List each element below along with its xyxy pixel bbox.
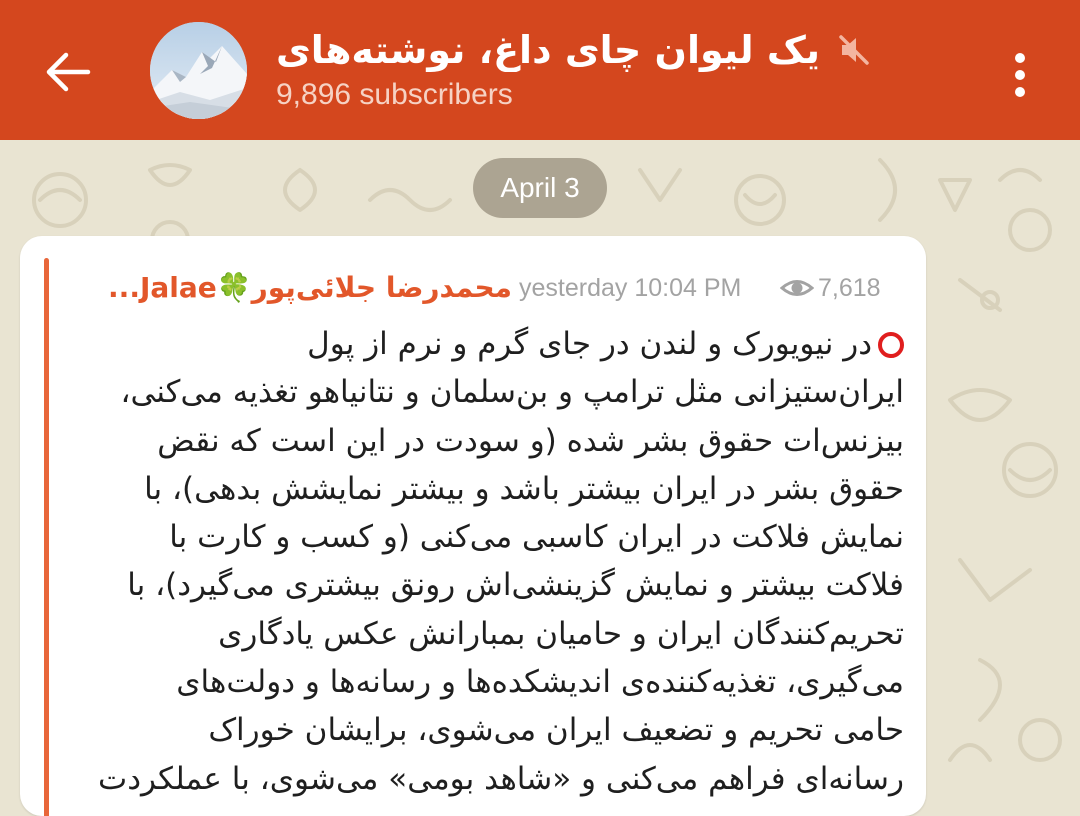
- sender-name[interactable]: محمدرضا جلائی‌پور🍀Jalae...: [72, 266, 512, 310]
- message-line: ایران‌ستیزانی مثل ترامپ و بن‌سلمان و نتا…: [120, 374, 904, 411]
- view-count: 7,618: [818, 274, 881, 302]
- message-line: فلاکت بیشتر و نمایش گزینشی‌اش رونق بیشتر…: [127, 567, 904, 604]
- message-bubble[interactable]: محمدرضا جلائی‌پور🍀Jalae... yesterday 10:…: [20, 236, 926, 816]
- channel-avatar[interactable]: [150, 22, 247, 119]
- message-text: در نیویورک و لندن در جای گرم و نرم از پو…: [72, 320, 904, 803]
- more-vertical-icon: [1015, 53, 1025, 97]
- message-line: بیزنس‌ات حقوق بشر شده (و سودت در این است…: [157, 422, 904, 459]
- subscriber-count: 9,896 subscribers: [276, 78, 513, 111]
- date-separator: April 3: [473, 158, 607, 218]
- forward-accent-bar: [44, 258, 49, 816]
- arrow-left-icon: [46, 52, 91, 92]
- message-line: نمایش فلاکت در ایران کاسبی می‌کنی (و کسب…: [169, 519, 904, 556]
- red-circle-icon: [878, 332, 904, 358]
- message-timestamp: yesterday 10:04 PM: [519, 274, 742, 302]
- app-header: یک لیوان چای داغ، نوشته‌های حا... 9,896 …: [0, 0, 1080, 140]
- message-line: در نیویورک و لندن در جای گرم و نرم از پو…: [72, 320, 904, 368]
- message-header: محمدرضا جلائی‌پور🍀Jalae... yesterday 10:…: [72, 266, 912, 310]
- message-line: حقوق بشر در ایران بیشتر باشد و بیشتر نما…: [144, 470, 904, 507]
- message-line: رسانه‌ای فراهم می‌کنی و «شاهد بومی» می‌ش…: [98, 760, 904, 797]
- message-line: می‌گیری، تغذیه‌کننده‌ی اندیشکده‌ها و رسا…: [176, 664, 904, 701]
- back-button[interactable]: [28, 32, 108, 112]
- message-line-text: در نیویورک و لندن در جای گرم و نرم از پو…: [307, 326, 872, 362]
- speaker-muted-icon: [834, 30, 874, 70]
- message-line: حامی تحریم و تضعیف ایران می‌شوی، برایشان…: [208, 712, 904, 749]
- message-line: تحریم‌کنندگان ایران و حامیان بمبارانش عک…: [218, 615, 904, 652]
- channel-title-row[interactable]: یک لیوان چای داغ، نوشته‌های حا...: [260, 20, 880, 80]
- channel-title: یک لیوان چای داغ، نوشته‌های حا...: [260, 28, 820, 72]
- more-options-button[interactable]: [990, 40, 1050, 110]
- mountain-photo: [150, 22, 247, 119]
- eye-icon: [780, 280, 814, 296]
